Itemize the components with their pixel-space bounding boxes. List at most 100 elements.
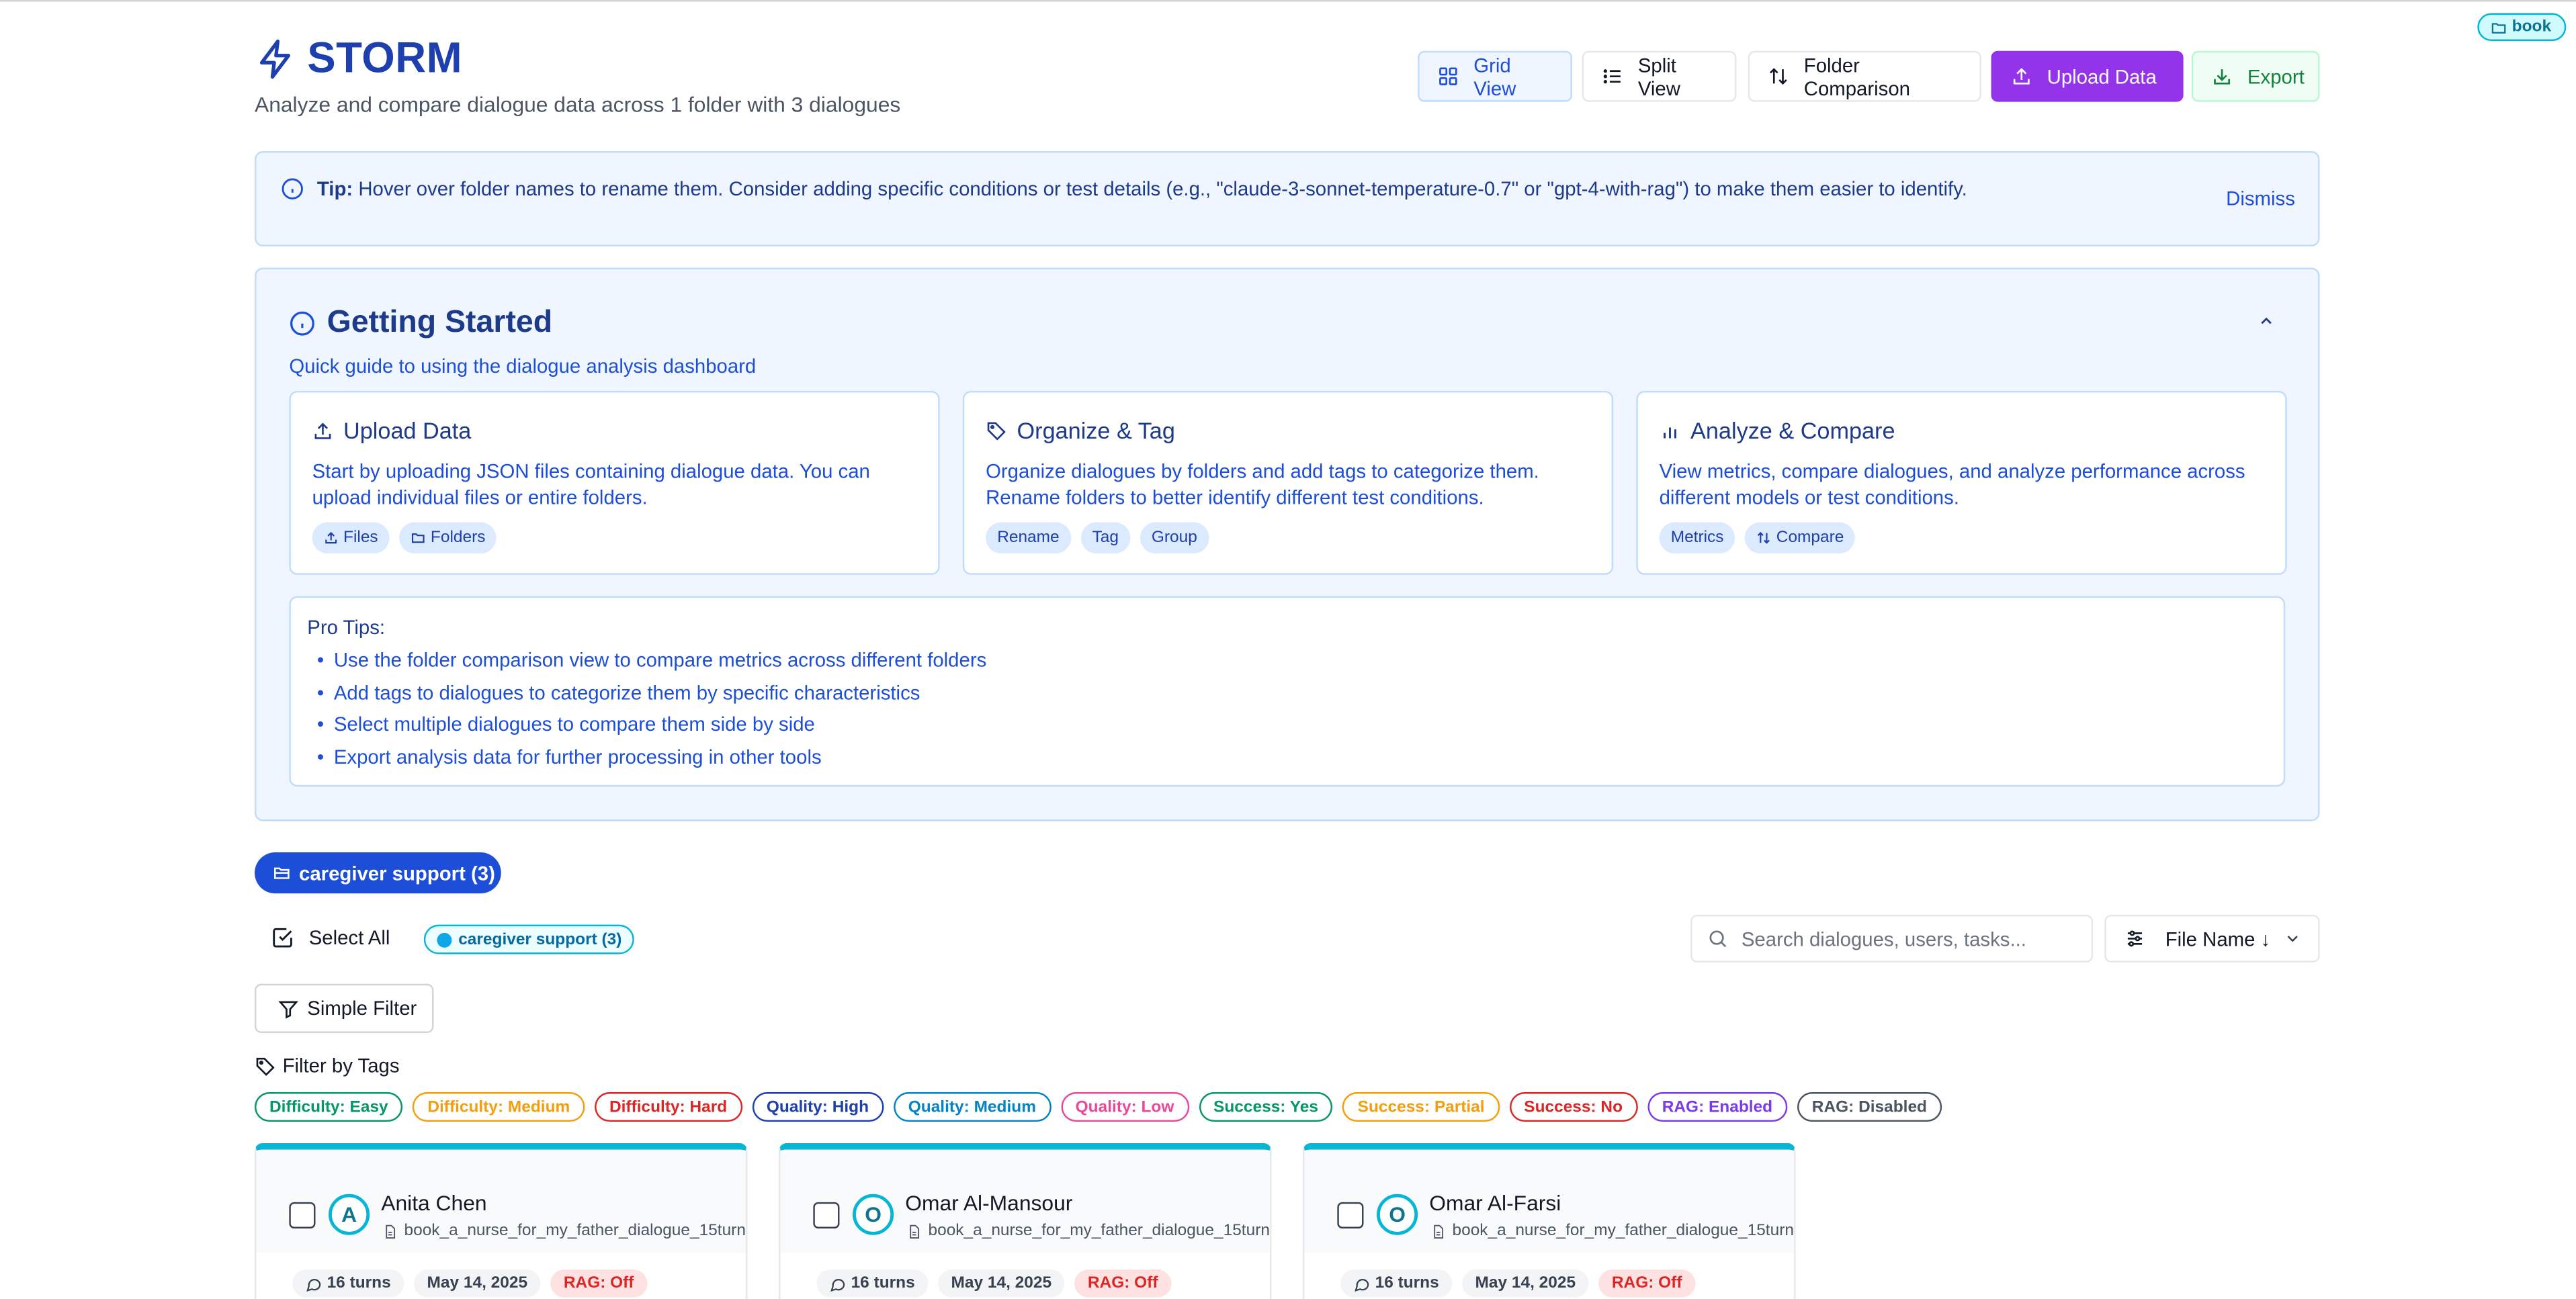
- grid-icon: [1438, 66, 1459, 87]
- date-badge: May 14, 2025: [937, 1269, 1065, 1298]
- tag-difficulty-medium[interactable]: Difficulty: Medium: [413, 1092, 585, 1122]
- upload-icon: [324, 531, 339, 545]
- search-icon: [1707, 928, 1729, 950]
- dialogue-card[interactable]: O Omar Al-Mansour book_a_nurse_for_my_fa…: [779, 1143, 1272, 1299]
- folder-icon: [2491, 19, 2507, 35]
- tag-success-no[interactable]: Success: No: [1509, 1092, 1638, 1122]
- sort-select[interactable]: File Name ↓: [2104, 914, 2320, 962]
- chip-compare: Compare: [1745, 522, 1856, 554]
- tag-difficulty-easy[interactable]: Difficulty: Easy: [254, 1092, 403, 1122]
- tip-label: Tip:: [316, 177, 353, 201]
- folder-tab-caregiver-support[interactable]: caregiver support (3): [254, 852, 501, 894]
- turns-label: 16 turns: [851, 1274, 915, 1293]
- tag-rag-disabled[interactable]: RAG: Disabled: [1797, 1092, 1942, 1122]
- tag-icon: [986, 420, 1007, 441]
- turns-badge: 16 turns: [816, 1269, 929, 1298]
- card-title: Upload Data: [343, 417, 472, 444]
- dialogue-file-name: book_a_nurse_for_my_father_dialogue_15tu…: [928, 1222, 1272, 1241]
- chip-rename: Rename: [986, 522, 1071, 554]
- rag-badge: RAG: Off: [550, 1269, 648, 1298]
- card-header: Upload Data: [312, 417, 472, 444]
- message-icon: [306, 1275, 322, 1292]
- card-title: Organize & Tag: [1017, 417, 1175, 444]
- card-chips: Files Folders: [312, 522, 497, 554]
- dialogue-checkbox[interactable]: [289, 1202, 316, 1228]
- filter-by-tags-text: Filter by Tags: [282, 1054, 400, 1078]
- dialogue-checkbox[interactable]: [813, 1202, 840, 1228]
- date-badge: May 14, 2025: [1461, 1269, 1589, 1298]
- tag-quality-medium[interactable]: Quality: Medium: [893, 1092, 1051, 1122]
- card-chips: Metrics Compare: [1659, 522, 1856, 554]
- info-icon: [281, 177, 304, 200]
- simple-filter-button[interactable]: Simple Filter: [254, 983, 434, 1033]
- guide-card-organize: Organize & Tag Organize dialogues by fol…: [962, 390, 1614, 575]
- filter-icon: [277, 997, 299, 1019]
- top-border: [0, 0, 2576, 2]
- file-icon: [907, 1222, 922, 1239]
- export-button[interactable]: Export: [2191, 50, 2320, 102]
- tag-success-partial[interactable]: Success: Partial: [1342, 1092, 1500, 1122]
- grid-view-label: Grid View: [1473, 53, 1516, 99]
- list-icon: [1602, 66, 1623, 87]
- dialogue-user-name: Anita Chen: [381, 1190, 487, 1216]
- list-item: Add tags to dialogues to categorize them…: [317, 680, 986, 712]
- getting-started-panel: Getting Started Quick guide to using the…: [254, 267, 2320, 821]
- dialogue-file: book_a_nurse_for_my_father_dialogue_15tu…: [1431, 1222, 1794, 1240]
- dialogue-card[interactable]: O Omar Al-Farsi book_a_nurse_for_my_fath…: [1303, 1143, 1796, 1299]
- chip-label: Folders: [430, 529, 486, 547]
- upload-icon: [312, 420, 334, 441]
- tag-filter-row: Difficulty: Easy Difficulty: Medium Diff…: [254, 1092, 1942, 1122]
- folder-filter-pill[interactable]: caregiver support (3): [423, 924, 636, 954]
- chip-label: Files: [343, 529, 378, 547]
- turns-badge: 16 turns: [1340, 1269, 1453, 1298]
- dialogue-meta: 16 turns May 14, 2025 RAG: Off: [292, 1269, 648, 1298]
- tag-quality-high[interactable]: Quality: High: [751, 1092, 884, 1122]
- dialogue-user-name: Omar Al-Mansour: [905, 1190, 1073, 1216]
- chip-folders: Folders: [399, 522, 497, 554]
- app-title: STORM: [307, 32, 463, 83]
- card-description: Organize dialogues by folders and add ta…: [986, 459, 1539, 509]
- tag-quality-low[interactable]: Quality: Low: [1060, 1092, 1189, 1122]
- dismiss-button[interactable]: Dismiss: [2226, 187, 2295, 210]
- upload-data-button[interactable]: Upload Data: [1991, 50, 2184, 102]
- grid-view-button[interactable]: Grid View: [1418, 50, 1573, 102]
- tag-rag-enabled[interactable]: RAG: Enabled: [1647, 1092, 1788, 1122]
- tip-body: Hover over folder names to rename them. …: [358, 177, 1967, 201]
- chip-label: Compare: [1776, 529, 1844, 547]
- filter-by-tags-label: Filter by Tags: [255, 1055, 400, 1077]
- card-title: Analyze & Compare: [1690, 417, 1895, 444]
- getting-started-title: Getting Started: [327, 305, 553, 341]
- select-all-button[interactable]: Select All: [271, 926, 390, 949]
- split-view-button[interactable]: Split View: [1582, 50, 1737, 102]
- turns-badge: 16 turns: [292, 1269, 404, 1298]
- avatar: A: [329, 1194, 370, 1235]
- tag-success-yes[interactable]: Success: Yes: [1199, 1092, 1333, 1122]
- turns-label: 16 turns: [327, 1274, 391, 1293]
- list-item: Use the folder comparison view to compar…: [317, 647, 986, 679]
- brand: STORM: [255, 33, 462, 84]
- guide-card-upload: Upload Data Start by uploading JSON file…: [289, 390, 940, 575]
- pro-tips-title: Pro Tips:: [307, 615, 386, 639]
- dialogue-card[interactable]: A Anita Chen book_a_nurse_for_my_father_…: [254, 1143, 748, 1299]
- sort-label: File Name ↓: [2165, 927, 2271, 950]
- file-icon: [383, 1222, 398, 1239]
- pro-tips: Pro Tips: Use the folder comparison view…: [289, 596, 2286, 787]
- chevron-up-icon[interactable]: [2258, 312, 2276, 330]
- chevron-down-icon: [2284, 930, 2302, 948]
- list-item: Export analysis data for further process…: [317, 744, 986, 776]
- search-input[interactable]: [1741, 927, 2070, 950]
- message-icon: [1354, 1275, 1370, 1292]
- chip-metrics: Metrics: [1659, 522, 1735, 554]
- file-icon: [1431, 1222, 1446, 1239]
- split-view-label: Split View: [1637, 53, 1680, 99]
- dialogue-meta: 16 turns May 14, 2025 RAG: Off: [816, 1269, 1172, 1298]
- tag-difficulty-hard[interactable]: Difficulty: Hard: [594, 1092, 742, 1122]
- app-subtitle: Analyze and compare dialogue data across…: [254, 91, 901, 117]
- folder-comparison-button[interactable]: Folder Comparison: [1748, 50, 1981, 102]
- book-badge[interactable]: book: [2477, 13, 2567, 42]
- avatar: O: [1377, 1194, 1418, 1235]
- select-all-label: Select All: [308, 926, 390, 950]
- turns-label: 16 turns: [1375, 1274, 1439, 1293]
- avatar: O: [853, 1194, 894, 1235]
- dialogue-checkbox[interactable]: [1337, 1202, 1364, 1228]
